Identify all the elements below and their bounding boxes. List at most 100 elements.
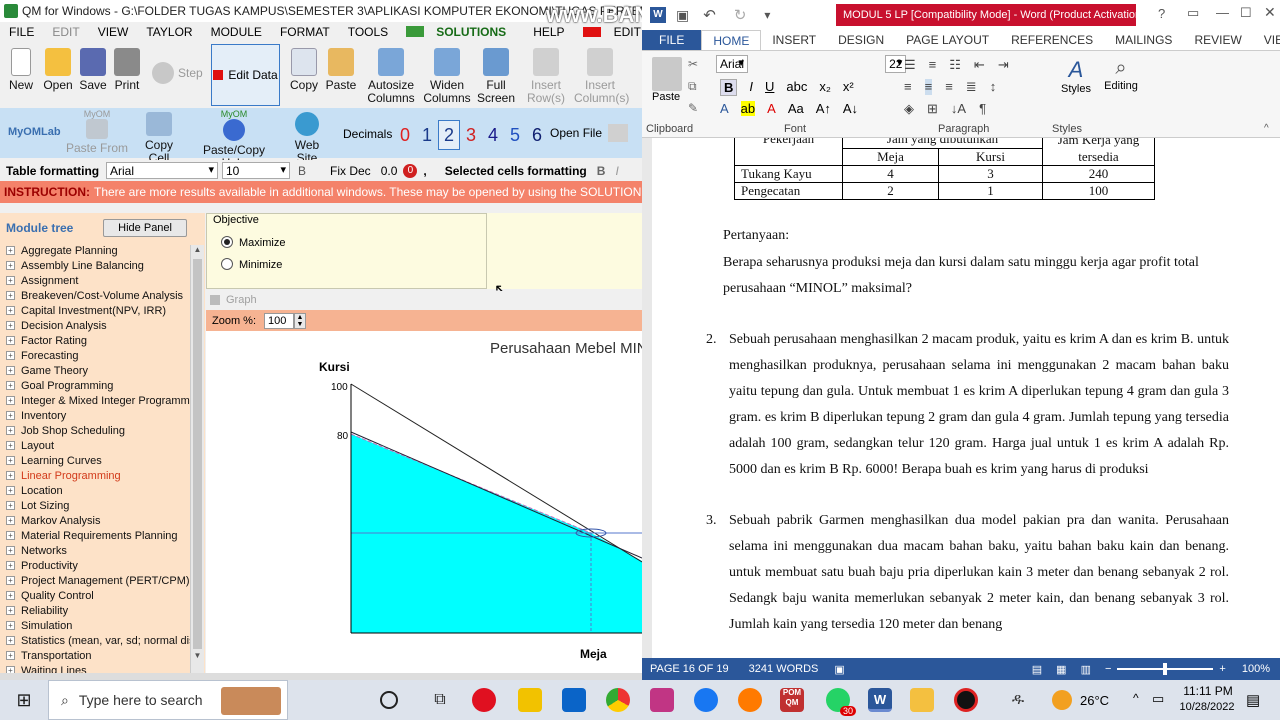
expand-plus-icon[interactable]: + [6,531,15,540]
expand-plus-icon[interactable]: + [6,636,15,645]
cortana-icon[interactable] [380,691,398,709]
tab-references[interactable]: REFERENCES [1000,30,1104,50]
fixed-zero-icon[interactable]: 0 [403,163,418,178]
italic-button[interactable]: I [749,79,753,96]
module-tree-item[interactable]: + Material Requirements Planning [6,528,205,543]
undo-icon[interactable]: ↶ [703,6,716,24]
decimal-2-button[interactable]: 2 [438,120,460,150]
expand-plus-icon[interactable]: + [6,621,15,630]
selected-bold-button[interactable]: B [597,164,606,178]
module-tree-item[interactable]: + Decision Analysis [6,318,205,333]
pom-qm-icon[interactable]: POM QM [780,688,804,712]
styles-button[interactable]: A Styles [1056,57,1096,95]
module-tree-item[interactable]: + Quality Control [6,588,205,603]
menu-file[interactable]: FILE [0,25,43,39]
expand-plus-icon[interactable]: + [6,411,15,420]
module-tree-scrollbar[interactable]: ▲ ▼ [190,245,204,673]
editing-button[interactable]: ⌕ Editing [1098,57,1144,92]
paste-from-button[interactable]: MyOM Paste From [66,110,128,155]
font-select[interactable]: Arial [106,162,218,179]
module-tree-item[interactable]: + Reliability [6,603,205,618]
menu-module[interactable]: MODULE [202,25,271,39]
zoom-slider[interactable] [1117,663,1214,675]
microsoft-store-icon[interactable] [562,688,586,712]
ribbon-display-icon[interactable]: ▭ [1187,5,1199,21]
module-tree-item[interactable]: + Job Shop Scheduling [6,423,205,438]
facebook-icon[interactable] [694,688,718,712]
instagram-icon[interactable] [650,688,674,712]
expand-plus-icon[interactable]: + [6,546,15,555]
module-tree-item[interactable]: + Transportation [6,648,205,663]
module-tree-item[interactable]: + Game Theory [6,363,205,378]
myomlab-link[interactable]: MyOMLab [8,126,61,138]
copy-icon-word[interactable]: ⧉ [688,79,697,94]
taskbar-search[interactable]: ⌕ Type here to search [48,680,288,720]
decrease-indent-icon[interactable]: ⇤ [974,57,985,73]
tab-page-layout[interactable]: PAGE LAYOUT [895,30,1000,50]
expand-plus-icon[interactable]: + [6,426,15,435]
expand-plus-icon[interactable]: + [6,396,15,405]
numbering-icon[interactable]: ≡ [929,57,937,73]
module-tree-item[interactable]: + Factor Rating [6,333,205,348]
tab-insert[interactable]: INSERT [761,30,827,50]
close-icon[interactable]: ✕ [1264,4,1276,21]
text-effects-icon[interactable]: A [720,101,729,116]
save-button[interactable]: Save [78,48,108,92]
clock-time[interactable]: 11:11 PM [1180,684,1236,698]
expand-plus-icon[interactable]: + [6,456,15,465]
document-page[interactable]: Pekerjaan Jam yang dibutuhkan Jam Kerja … [652,138,1280,658]
insert-row-button[interactable]: Insert Row(s) [524,48,568,105]
paste-button[interactable]: Paste [324,48,358,92]
chrome-icon[interactable] [606,688,630,712]
tab-mailings[interactable]: MAILINGS [1104,30,1183,50]
module-tree-item[interactable]: + Assignment [6,273,205,288]
tab-home[interactable]: HOME [701,30,762,50]
whatsapp-icon[interactable]: 30 [826,688,856,716]
module-tree-item[interactable]: + Aggregate Planning [6,243,205,258]
sticky-notes-icon[interactable] [518,688,542,712]
tab-file[interactable]: FILE [642,30,702,50]
expand-plus-icon[interactable]: + [6,321,15,330]
show-marks-icon[interactable]: ¶ [979,101,986,117]
expand-plus-icon[interactable]: + [6,276,15,285]
autosize-columns-button[interactable]: Autosize Columns [366,48,416,105]
maximize-option[interactable]: Maximize [221,236,285,249]
superscript-button[interactable]: x² [843,79,854,96]
expand-plus-icon[interactable]: + [6,381,15,390]
start-windows-icon[interactable]: ⊞ [12,688,36,712]
module-tree-item[interactable]: + Integer & Mixed Integer Programming [6,393,205,408]
expand-plus-icon[interactable]: + [6,246,15,255]
module-tree-item[interactable]: + Lot Sizing [6,498,205,513]
align-center-icon[interactable]: ≡ [924,79,933,95]
expand-plus-icon[interactable]: + [6,261,15,270]
expand-plus-icon[interactable]: + [6,336,15,345]
open-file-button[interactable]: Open File [550,124,629,142]
module-tree-item[interactable]: + Breakeven/Cost-Volume Analysis [6,288,205,303]
step-button[interactable]: Step [152,62,208,84]
zoom-in-icon[interactable]: + [1219,663,1225,675]
highlight-icon[interactable]: ab [740,101,756,116]
save-quick-icon[interactable]: ▣ [676,7,689,24]
insert-column-button[interactable]: Insert Column(s) [574,48,629,105]
selected-italic-button[interactable]: I [615,164,618,178]
fix-dec-value[interactable]: 0.0 [381,164,398,178]
module-tree-item[interactable]: + Productivity [6,558,205,573]
page-count[interactable]: PAGE 16 OF 19 [650,663,729,675]
expand-plus-icon[interactable]: + [6,366,15,375]
expand-plus-icon[interactable]: + [6,591,15,600]
expand-plus-icon[interactable]: + [6,651,15,660]
tab-design[interactable]: DESIGN [827,30,895,50]
module-tree-item[interactable]: + Capital Investment(NPV, IRR) [6,303,205,318]
sort-icon[interactable]: ↓A [951,101,966,117]
decimal-6-button[interactable]: 6 [526,125,548,146]
module-tree-item[interactable]: + Simulation [6,618,205,633]
expand-plus-icon[interactable]: + [6,486,15,495]
menu-edit[interactable]: EDIT [43,25,88,39]
widen-columns-button[interactable]: Widen Columns [422,48,472,105]
module-tree-item[interactable]: + Layout [6,438,205,453]
redo-icon[interactable]: ↻ [734,6,747,24]
minimize-option[interactable]: Minimize [221,258,282,271]
cut-icon[interactable]: ✂ [688,57,698,71]
expand-plus-icon[interactable]: + [6,351,15,360]
tab-view[interactable]: VIEW [1253,30,1280,50]
